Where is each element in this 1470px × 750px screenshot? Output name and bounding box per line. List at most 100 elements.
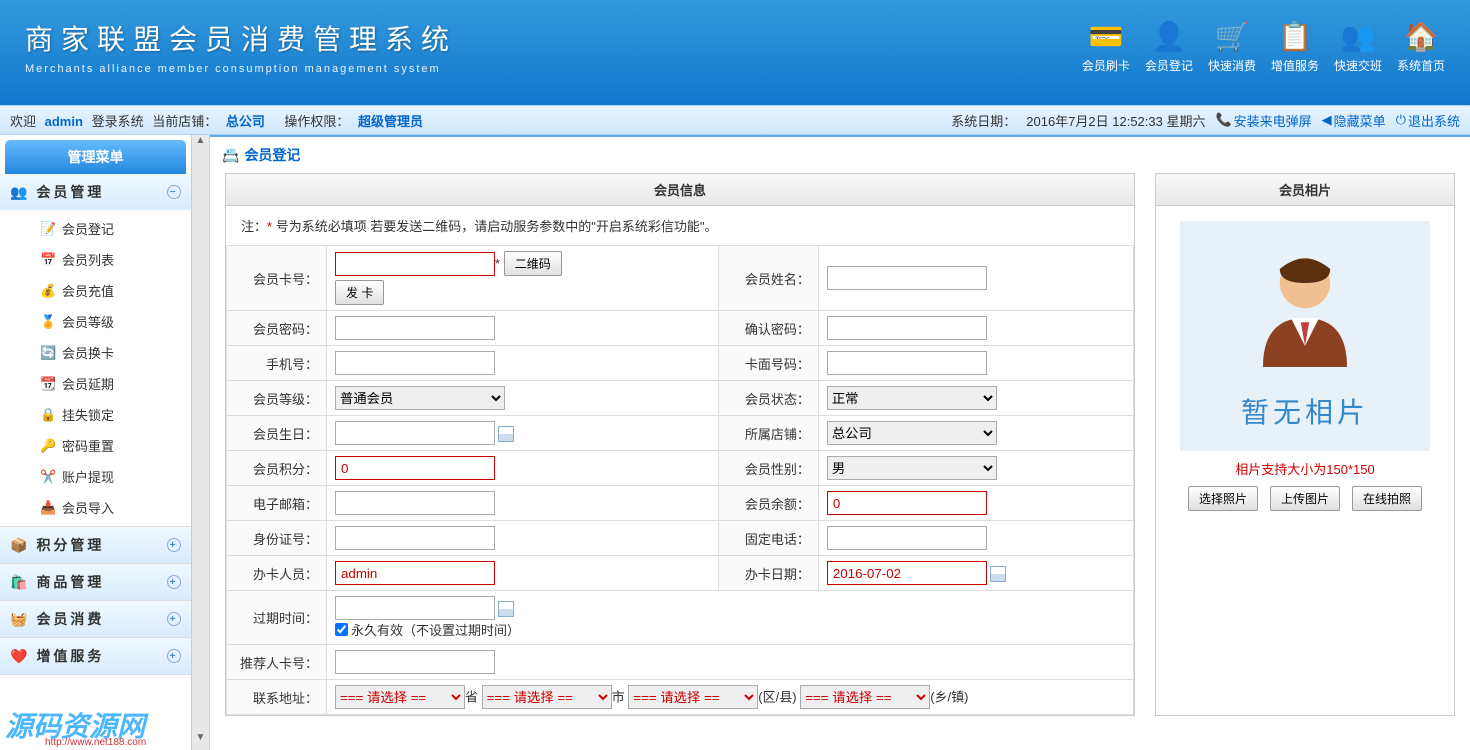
form-note: 注：* 号为系统必填项 若要发送二维码，请启动服务参数中的"开启系统彩信功能"。 — [226, 206, 1134, 245]
menu-toggle-points[interactable]: 📦积分管理+ — [0, 527, 191, 563]
register-icon: 📇 — [222, 147, 239, 164]
member-info-panel: 会员信息 注：* 号为系统必填项 若要发送二维码，请启动服务参数中的"开启系统彩… — [225, 173, 1135, 716]
gender-select[interactable]: 男 — [827, 456, 997, 480]
nav-consume[interactable]: 🛒快速消费 — [1208, 18, 1256, 74]
menu-toggle-consume[interactable]: 🧺会员消费+ — [0, 601, 191, 637]
current-user: admin — [45, 114, 83, 129]
collapse-icon: − — [167, 185, 181, 199]
shop-select[interactable]: 总公司 — [827, 421, 997, 445]
nav-home[interactable]: 🏠系统首页 — [1397, 18, 1445, 74]
capture-photo-button[interactable]: 在线拍照 — [1352, 486, 1422, 511]
name-input[interactable] — [827, 266, 987, 290]
main-area: 管理菜单 👥会员管理 − 📝会员登记 📅会员列表 💰会员充值 🏅会员等级 🔄会员… — [0, 135, 1470, 750]
system-date-label: 系统日期： — [951, 111, 1016, 130]
label-name: 会员姓名： — [718, 246, 818, 311]
member-form: 会员卡号： * 二维码 发 卡 会员姓名： 会员密码： 确认密码： — [226, 245, 1134, 715]
select-photo-button[interactable]: 选择照片 — [1188, 486, 1258, 511]
menu-item-withdraw[interactable]: ✂️账户提现 — [0, 461, 191, 492]
user-icon: 👤 — [1151, 18, 1187, 54]
clipboard-icon: 📋 — [1277, 18, 1313, 54]
info-bar: 欢迎 admin 登录系统 当前店铺： 总公司 操作权限： 超级管理员 系统日期… — [0, 105, 1470, 135]
balance-input[interactable] — [827, 491, 987, 515]
points-input[interactable] — [335, 456, 495, 480]
pwd2-input[interactable] — [827, 316, 987, 340]
page-title: 📇 会员登记 — [210, 137, 1470, 173]
qrcode-button[interactable]: 二维码 — [504, 251, 562, 276]
menu-item-change-card[interactable]: 🔄会员换卡 — [0, 337, 191, 368]
town-select[interactable]: === 请选择 == — [800, 685, 930, 709]
photo-placeholder: 暂无相片 — [1180, 221, 1430, 451]
app-subtitle: Merchants alliance member consumption ma… — [25, 63, 457, 75]
birthday-input[interactable] — [335, 421, 495, 445]
infobar-left: 欢迎 admin 登录系统 当前店铺： 总公司 操作权限： 超级管理员 — [10, 111, 428, 130]
menu-toggle-goods[interactable]: 🛍️商品管理+ — [0, 564, 191, 600]
card-date-input[interactable] — [827, 561, 987, 585]
menu-toggle-vas[interactable]: ❤️增值服务+ — [0, 638, 191, 674]
forever-checkbox[interactable] — [335, 623, 348, 636]
hide-menu-link[interactable]: ◀隐藏菜单 — [1322, 111, 1386, 130]
infobar-right: 系统日期： 2016年7月2日 12:52:33 星期六 📞安装来电弹屏 ◀隐藏… — [951, 111, 1460, 130]
menu-item-recharge[interactable]: 💰会员充值 — [0, 275, 191, 306]
scroll-up-icon[interactable]: ▲ — [192, 135, 209, 153]
pwd-input[interactable] — [335, 316, 495, 340]
idcard-input[interactable] — [335, 526, 495, 550]
expand-icon: + — [167, 649, 181, 663]
province-select[interactable]: === 请选择 == — [335, 685, 465, 709]
expand-icon: + — [167, 612, 181, 626]
group-icon: 👥 — [10, 184, 30, 201]
expand-icon: + — [167, 575, 181, 589]
current-role: 超级管理员 — [358, 114, 423, 129]
menu-header: 管理菜单 — [5, 140, 186, 174]
logout-link[interactable]: ⏻退出系统 — [1396, 111, 1460, 130]
menu-item-lock[interactable]: 🔒挂失锁定 — [0, 399, 191, 430]
content-area: 📇 会员登记 会员信息 注：* 号为系统必填项 若要发送二维码，请启动服务参数中… — [210, 135, 1470, 750]
app-title: 商家联盟会员消费管理系统 — [25, 18, 457, 58]
install-popup-link[interactable]: 📞安装来电弹屏 — [1215, 111, 1311, 130]
label-card-no: 会员卡号： — [227, 246, 327, 311]
operator-input[interactable] — [335, 561, 495, 585]
no-photo-text: 暂无相片 — [1241, 391, 1369, 431]
menu-item-import[interactable]: 📥会员导入 — [0, 492, 191, 523]
menu-item-list[interactable]: 📅会员列表 — [0, 244, 191, 275]
referrer-input[interactable] — [335, 650, 495, 674]
menu-item-reset-pwd[interactable]: 🔑密码重置 — [0, 430, 191, 461]
calendar-icon[interactable] — [990, 566, 1006, 582]
sidebar: 管理菜单 👥会员管理 − 📝会员登记 📅会员列表 💰会员充值 🏅会员等级 🔄会员… — [0, 135, 210, 750]
app-header: 商家联盟会员消费管理系统 Merchants alliance member c… — [0, 0, 1470, 105]
header-title-block: 商家联盟会员消费管理系统 Merchants alliance member c… — [25, 18, 457, 75]
nav-swipe-card[interactable]: 💳会员刷卡 — [1082, 18, 1130, 74]
home-icon: 🏠 — [1403, 18, 1439, 54]
calendar-icon[interactable] — [498, 601, 514, 617]
photo-size-note: 相片支持大小为150*150 — [1171, 459, 1439, 478]
card-face-input[interactable] — [827, 351, 987, 375]
fixed-tel-input[interactable] — [827, 526, 987, 550]
nav-register[interactable]: 👤会员登记 — [1145, 18, 1193, 74]
sidebar-scrollbar[interactable]: ▲ ▼ — [191, 135, 209, 750]
scroll-down-icon[interactable]: ▼ — [192, 732, 209, 750]
system-date: 2016年7月2日 12:52:33 星期六 — [1026, 111, 1205, 130]
nav-vas[interactable]: 📋增值服务 — [1271, 18, 1319, 74]
card-icon: 💳 — [1088, 18, 1124, 54]
expand-icon: + — [167, 538, 181, 552]
menu-item-register[interactable]: 📝会员登记 — [0, 213, 191, 244]
card-no-input[interactable] — [335, 252, 495, 276]
menu-toggle-member[interactable]: 👥会员管理 − — [0, 174, 191, 210]
header-nav: 💳会员刷卡 👤会员登记 🛒快速消费 📋增值服务 👥快速交班 🏠系统首页 — [1082, 18, 1445, 74]
phone-input[interactable] — [335, 351, 495, 375]
email-input[interactable] — [335, 491, 495, 515]
upload-photo-button[interactable]: 上传图片 — [1270, 486, 1340, 511]
level-select[interactable]: 普通会员 — [335, 386, 505, 410]
member-info-header: 会员信息 — [226, 174, 1134, 206]
menu-item-extend[interactable]: 📆会员延期 — [0, 368, 191, 399]
menu-item-level[interactable]: 🏅会员等级 — [0, 306, 191, 337]
district-select[interactable]: === 请选择 == — [628, 685, 758, 709]
issue-card-button[interactable]: 发 卡 — [335, 280, 384, 305]
photo-header: 会员相片 — [1156, 174, 1454, 206]
expire-input[interactable] — [335, 596, 495, 620]
nav-shift[interactable]: 👥快速交班 — [1334, 18, 1382, 74]
menu-group-member: 👥会员管理 − 📝会员登记 📅会员列表 💰会员充值 🏅会员等级 🔄会员换卡 📆会… — [0, 174, 191, 527]
city-select[interactable]: === 请选择 == — [482, 685, 612, 709]
calendar-icon[interactable] — [498, 426, 514, 442]
cart-icon: 🛒 — [1214, 18, 1250, 54]
status-select[interactable]: 正常 — [827, 386, 997, 410]
